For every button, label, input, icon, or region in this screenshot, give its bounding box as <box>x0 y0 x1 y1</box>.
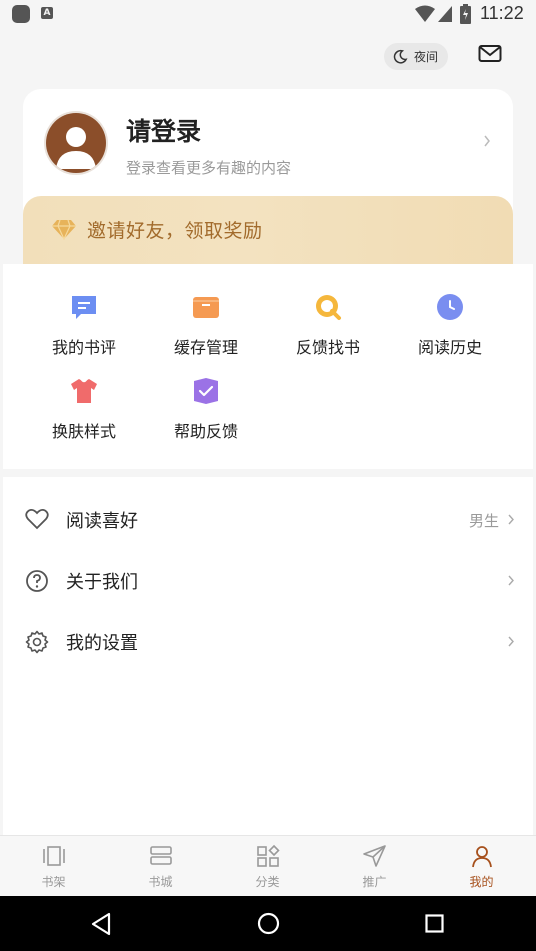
cellular-signal-icon <box>438 6 452 22</box>
person-icon <box>471 846 492 868</box>
list-item-label: 关于我们 <box>66 572 138 593</box>
recents-icon[interactable] <box>425 914 444 933</box>
grid-item-label: 缓存管理 <box>173 338 238 357</box>
tab-label: 书城 <box>148 875 173 889</box>
grid-item-history[interactable]: 阅读历史 <box>389 292 511 358</box>
list-item-label: 我的设置 <box>66 633 138 654</box>
list-item-label: 阅读喜好 <box>66 511 138 532</box>
default-avatar-icon <box>56 127 96 169</box>
wifi-icon <box>415 5 435 22</box>
tab-label: 分类 <box>255 875 280 889</box>
heart-icon <box>25 509 49 530</box>
chevron-right-icon <box>508 514 514 525</box>
tab-category[interactable]: 分类 <box>214 844 321 890</box>
category-icon <box>256 844 280 867</box>
chevron-right-icon <box>508 575 514 586</box>
tab-bookstore[interactable]: 书城 <box>107 844 214 890</box>
app-notification-icon <box>12 5 30 23</box>
keyboard-notification-icon: A <box>41 7 53 19</box>
tab-mine[interactable]: 我的 <box>428 844 535 890</box>
grid-item-label: 帮助反馈 <box>173 422 238 441</box>
chevron-right-icon <box>508 636 514 647</box>
gear-icon <box>25 630 49 654</box>
tshirt-icon <box>71 378 97 403</box>
feature-grid: 我的书评 缓存管理 反馈找书 阅读历史 换肤样式 帮助反馈 <box>3 264 533 469</box>
login-title[interactable]: 请登录 <box>126 112 201 148</box>
mail-icon[interactable] <box>478 44 502 64</box>
night-mode-label: 夜间 <box>414 50 439 64</box>
grid-item-label: 换肤样式 <box>51 422 116 441</box>
folder-icon <box>193 297 219 318</box>
tab-promote[interactable]: 推广 <box>321 844 428 890</box>
tab-label: 我的 <box>469 875 494 889</box>
status-bar: A 11:22 <box>0 0 536 28</box>
question-icon <box>26 570 48 592</box>
grid-item-my-reviews[interactable]: 我的书评 <box>23 292 145 358</box>
diamond-icon <box>52 219 76 240</box>
send-icon <box>362 845 386 867</box>
review-icon <box>72 296 96 319</box>
back-icon[interactable] <box>90 912 112 936</box>
list-item-reading-preference[interactable]: 阅读喜好 男生 <box>3 489 533 549</box>
list-item-value: 男生 <box>468 512 499 530</box>
grid-item-label: 我的书评 <box>51 338 116 357</box>
invite-banner[interactable]: 邀请好友，领取奖励 <box>23 196 513 266</box>
bottom-tab-bar: 书架 书城 分类 推广 我的 <box>0 835 536 897</box>
login-subtitle: 登录查看更多有趣的内容 <box>126 159 292 177</box>
moon-icon <box>393 49 408 64</box>
grid-item-help[interactable]: 帮助反馈 <box>145 376 267 442</box>
settings-list: 阅读喜好 男生 关于我们 我的设置 <box>3 477 533 835</box>
grid-item-cache[interactable]: 缓存管理 <box>145 292 267 358</box>
chevron-right-icon <box>484 135 490 147</box>
tab-label: 推广 <box>362 875 387 889</box>
search-icon <box>316 295 341 320</box>
tab-label: 书架 <box>41 875 66 889</box>
tab-bookshelf[interactable]: 书架 <box>0 844 107 890</box>
list-item-about-us[interactable]: 关于我们 <box>3 550 533 610</box>
grid-item-label: 反馈找书 <box>295 338 360 357</box>
help-feedback-icon <box>194 378 218 404</box>
night-mode-button[interactable]: 夜间 <box>384 43 448 70</box>
invite-label: 邀请好友，领取奖励 <box>87 220 263 242</box>
battery-icon <box>460 4 471 24</box>
clock-icon <box>437 294 463 320</box>
bookshelf-icon <box>42 846 65 866</box>
home-icon[interactable] <box>257 912 280 935</box>
system-navigation-bar <box>0 896 536 951</box>
grid-item-find-book[interactable]: 反馈找书 <box>267 292 389 358</box>
bookstore-icon <box>149 846 172 865</box>
grid-item-skins[interactable]: 换肤样式 <box>23 376 145 442</box>
status-time: 11:22 <box>480 3 524 23</box>
list-item-settings[interactable]: 我的设置 <box>3 611 533 671</box>
grid-item-label: 阅读历史 <box>417 338 482 357</box>
avatar[interactable] <box>46 113 106 173</box>
